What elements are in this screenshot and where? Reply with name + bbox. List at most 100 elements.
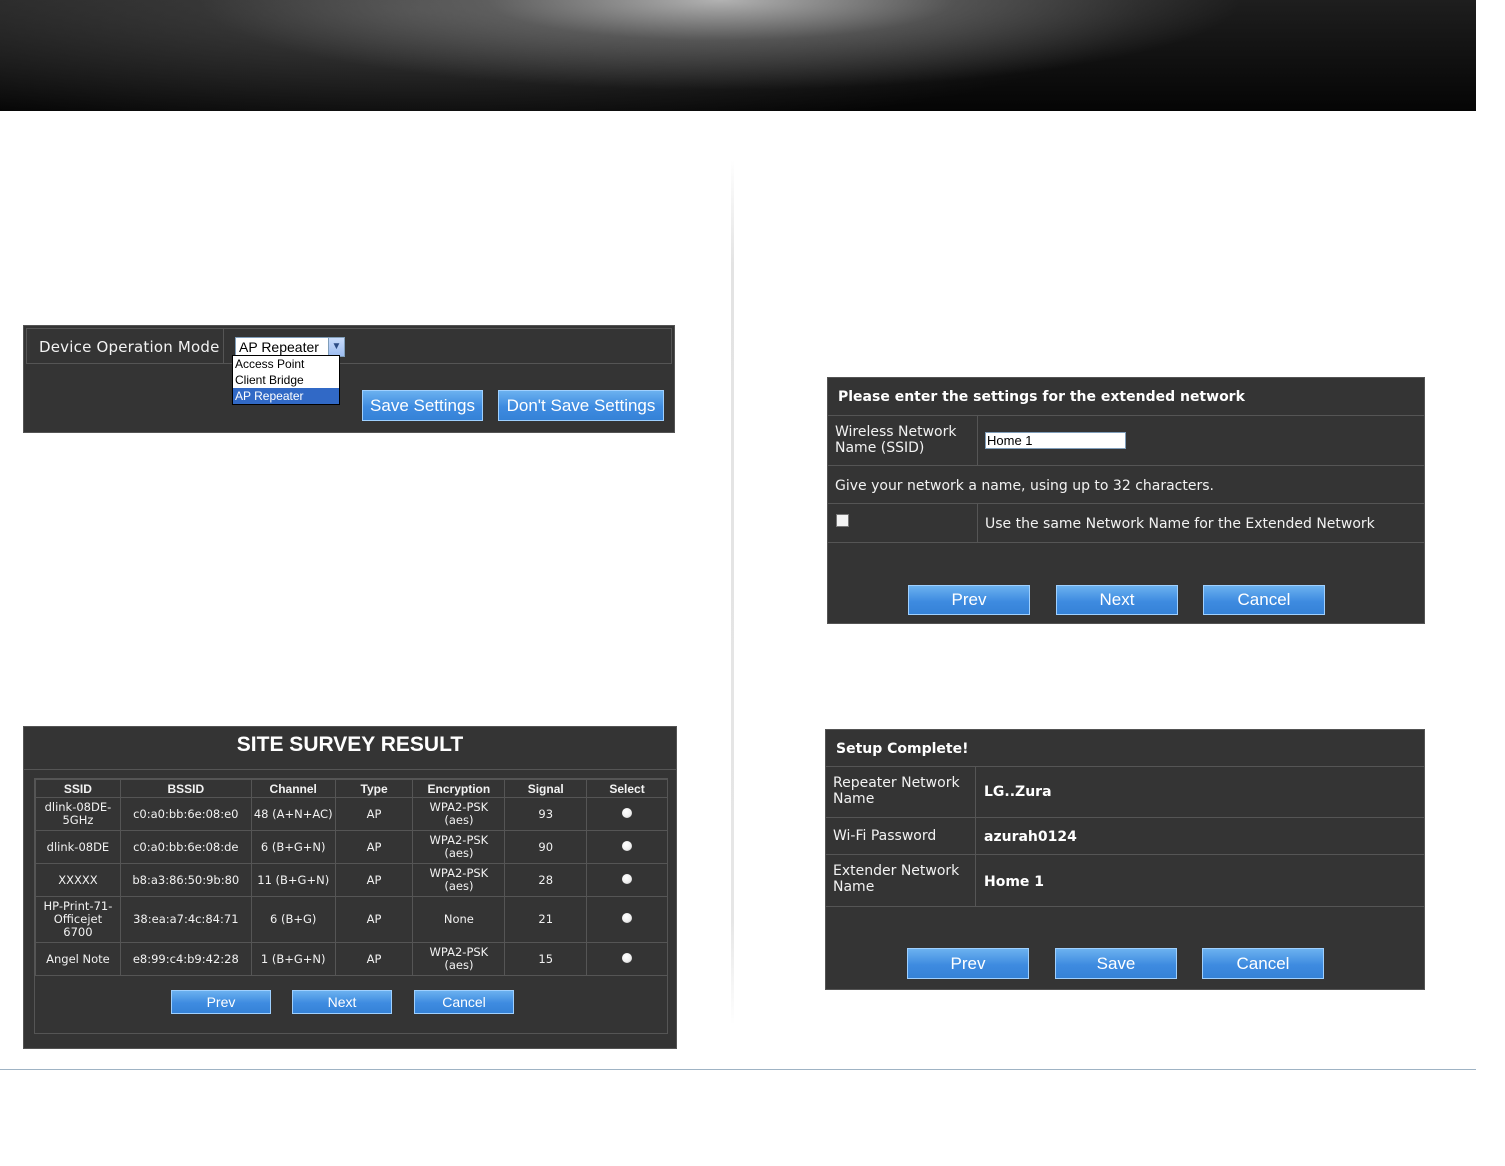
ssid-cell: dlink-08DE-5GHz bbox=[35, 797, 121, 831]
complete-cancel-button[interactable]: Cancel bbox=[1202, 948, 1324, 979]
site-survey-table: SSID BSSID Channel Type Encryption Signa… bbox=[35, 779, 668, 976]
select-radio[interactable] bbox=[622, 807, 633, 818]
bssid-cell: c0:a0:bb:6e:08:de bbox=[119, 830, 252, 864]
header-banner bbox=[0, 0, 1476, 111]
signal-cell: 90 bbox=[504, 830, 588, 864]
table-row: HP-Print-71-Officejet 6700 38:ea:a7:4c:8… bbox=[35, 896, 668, 943]
column-header-ssid: SSID bbox=[35, 779, 121, 798]
bssid-cell: e8:99:c4:b9:42:28 bbox=[119, 942, 252, 976]
repeater-name-row: Repeater Network Name LG..Zura bbox=[826, 767, 1424, 818]
ssid-input[interactable]: Home 1 bbox=[985, 432, 1126, 449]
extended-prev-button[interactable]: Prev bbox=[908, 585, 1030, 615]
operation-mode-row: Device Operation Mode AP Repeater ▼ bbox=[26, 328, 672, 364]
channel-cell: 6 (B+G) bbox=[250, 896, 336, 943]
channel-cell: 6 (B+G+N) bbox=[250, 830, 336, 864]
column-header-type: Type bbox=[334, 779, 414, 798]
type-cell: AP bbox=[334, 863, 414, 897]
site-survey-panel: SITE SURVEY RESULT SSID BSSID Channel Ty… bbox=[23, 726, 677, 1049]
cell-divider bbox=[975, 855, 976, 907]
repeater-name-value: LG..Zura bbox=[984, 784, 1052, 800]
ssid-hint: Give your network a name, using up to 32… bbox=[835, 478, 1214, 494]
signal-cell: 21 bbox=[504, 896, 588, 943]
encryption-cell: WPA2-PSK (aes) bbox=[412, 863, 506, 897]
table-row: XXXXX b8:a3:86:50:9b:80 11 (B+G+N) AP WP… bbox=[35, 863, 668, 897]
column-header-channel: Channel bbox=[250, 779, 336, 798]
save-settings-button[interactable]: Save Settings bbox=[362, 390, 483, 421]
column-divider bbox=[731, 160, 734, 1025]
setup-heading-row: Setup Complete! bbox=[826, 730, 1424, 767]
title-divider bbox=[24, 769, 676, 770]
repeater-name-label: Repeater Network Name bbox=[833, 775, 960, 807]
dropdown-option-access-point[interactable]: Access Point bbox=[233, 356, 339, 372]
wifi-password-label: Wi-Fi Password bbox=[833, 828, 937, 844]
cell-divider bbox=[977, 416, 978, 466]
signal-cell: 15 bbox=[504, 942, 588, 976]
select-radio[interactable] bbox=[622, 952, 633, 963]
select-cell bbox=[586, 797, 668, 831]
type-cell: AP bbox=[334, 896, 414, 943]
select-cell bbox=[586, 942, 668, 976]
encryption-cell: WPA2-PSK (aes) bbox=[412, 942, 506, 976]
survey-prev-button[interactable]: Prev bbox=[171, 990, 271, 1014]
wifi-password-value: azurah0124 bbox=[984, 829, 1077, 845]
signal-cell: 28 bbox=[504, 863, 588, 897]
table-row: Angel Note e8:99:c4:b9:42:28 1 (B+G+N) A… bbox=[35, 942, 668, 976]
operation-mode-selected-value: AP Repeater bbox=[239, 339, 319, 355]
hint-row: Give your network a name, using up to 32… bbox=[828, 466, 1424, 504]
column-header-bssid: BSSID bbox=[119, 779, 252, 798]
dropdown-option-client-bridge[interactable]: Client Bridge bbox=[233, 372, 339, 388]
cell-divider bbox=[977, 504, 978, 543]
setup-complete-heading: Setup Complete! bbox=[836, 741, 969, 757]
same-name-checkbox[interactable] bbox=[836, 514, 849, 527]
survey-cancel-button[interactable]: Cancel bbox=[414, 990, 514, 1014]
extended-heading: Please enter the settings for the extend… bbox=[838, 389, 1245, 405]
select-radio[interactable] bbox=[622, 840, 633, 851]
bssid-cell: b8:a3:86:50:9b:80 bbox=[119, 863, 252, 897]
site-survey-inner: SSID BSSID Channel Type Encryption Signa… bbox=[34, 778, 668, 1034]
type-cell: AP bbox=[334, 942, 414, 976]
select-radio[interactable] bbox=[622, 913, 633, 923]
extended-cancel-button[interactable]: Cancel bbox=[1203, 585, 1325, 615]
extender-name-label: Extender Network Name bbox=[833, 863, 960, 895]
same-name-label: Use the same Network Name for the Extend… bbox=[985, 516, 1375, 532]
dont-save-settings-button[interactable]: Don't Save Settings bbox=[498, 390, 664, 421]
site-survey-title: SITE SURVEY RESULT bbox=[236, 733, 464, 756]
operation-mode-panel: Device Operation Mode AP Repeater ▼ Save… bbox=[23, 325, 675, 433]
encryption-cell: WPA2-PSK (aes) bbox=[412, 830, 506, 864]
select-cell bbox=[586, 896, 668, 943]
encryption-cell: WPA2-PSK (aes) bbox=[412, 797, 506, 831]
select-cell bbox=[586, 830, 668, 864]
channel-cell: 48 (A+N+AC) bbox=[250, 797, 336, 831]
chevron-down-icon[interactable]: ▼ bbox=[328, 338, 344, 356]
survey-next-button[interactable]: Next bbox=[292, 990, 392, 1014]
extended-next-button[interactable]: Next bbox=[1056, 585, 1178, 615]
extended-network-panel: Please enter the settings for the extend… bbox=[827, 377, 1425, 624]
operation-mode-dropdown: Access Point Client Bridge AP Repeater bbox=[232, 355, 340, 405]
complete-save-button[interactable]: Save bbox=[1055, 948, 1177, 979]
ssid-label: Wireless Network Name (SSID) bbox=[835, 424, 957, 456]
table-row: dlink-08DE c0:a0:bb:6e:08:de 6 (B+G+N) A… bbox=[35, 830, 668, 864]
ssid-row: Wireless Network Name (SSID) Home 1 bbox=[828, 416, 1424, 466]
select-cell bbox=[586, 863, 668, 897]
column-header-signal: Signal bbox=[504, 779, 588, 798]
complete-prev-button[interactable]: Prev bbox=[907, 948, 1029, 979]
channel-cell: 1 (B+G+N) bbox=[250, 942, 336, 976]
footer-rule bbox=[0, 1069, 1476, 1070]
dropdown-option-ap-repeater[interactable]: AP Repeater bbox=[233, 388, 339, 404]
column-header-select: Select bbox=[586, 779, 668, 798]
operation-mode-select[interactable]: AP Repeater ▼ bbox=[235, 337, 345, 357]
type-cell: AP bbox=[334, 830, 414, 864]
extender-name-value: Home 1 bbox=[984, 874, 1045, 890]
bssid-cell: 38:ea:a7:4c:84:71 bbox=[119, 896, 252, 943]
wifi-password-row: Wi-Fi Password azurah0124 bbox=[826, 818, 1424, 855]
type-cell: AP bbox=[334, 797, 414, 831]
bssid-cell: c0:a0:bb:6e:08:e0 bbox=[119, 797, 252, 831]
setup-complete-panel: Setup Complete! Repeater Network Name LG… bbox=[825, 729, 1425, 990]
cell-divider bbox=[975, 818, 976, 855]
ssid-cell: dlink-08DE bbox=[35, 830, 121, 864]
encryption-cell: None bbox=[412, 896, 506, 943]
cell-divider bbox=[975, 767, 976, 818]
column-header-encryption: Encryption bbox=[412, 779, 506, 798]
table-row: dlink-08DE-5GHz c0:a0:bb:6e:08:e0 48 (A+… bbox=[35, 797, 668, 831]
select-radio[interactable] bbox=[622, 873, 633, 884]
